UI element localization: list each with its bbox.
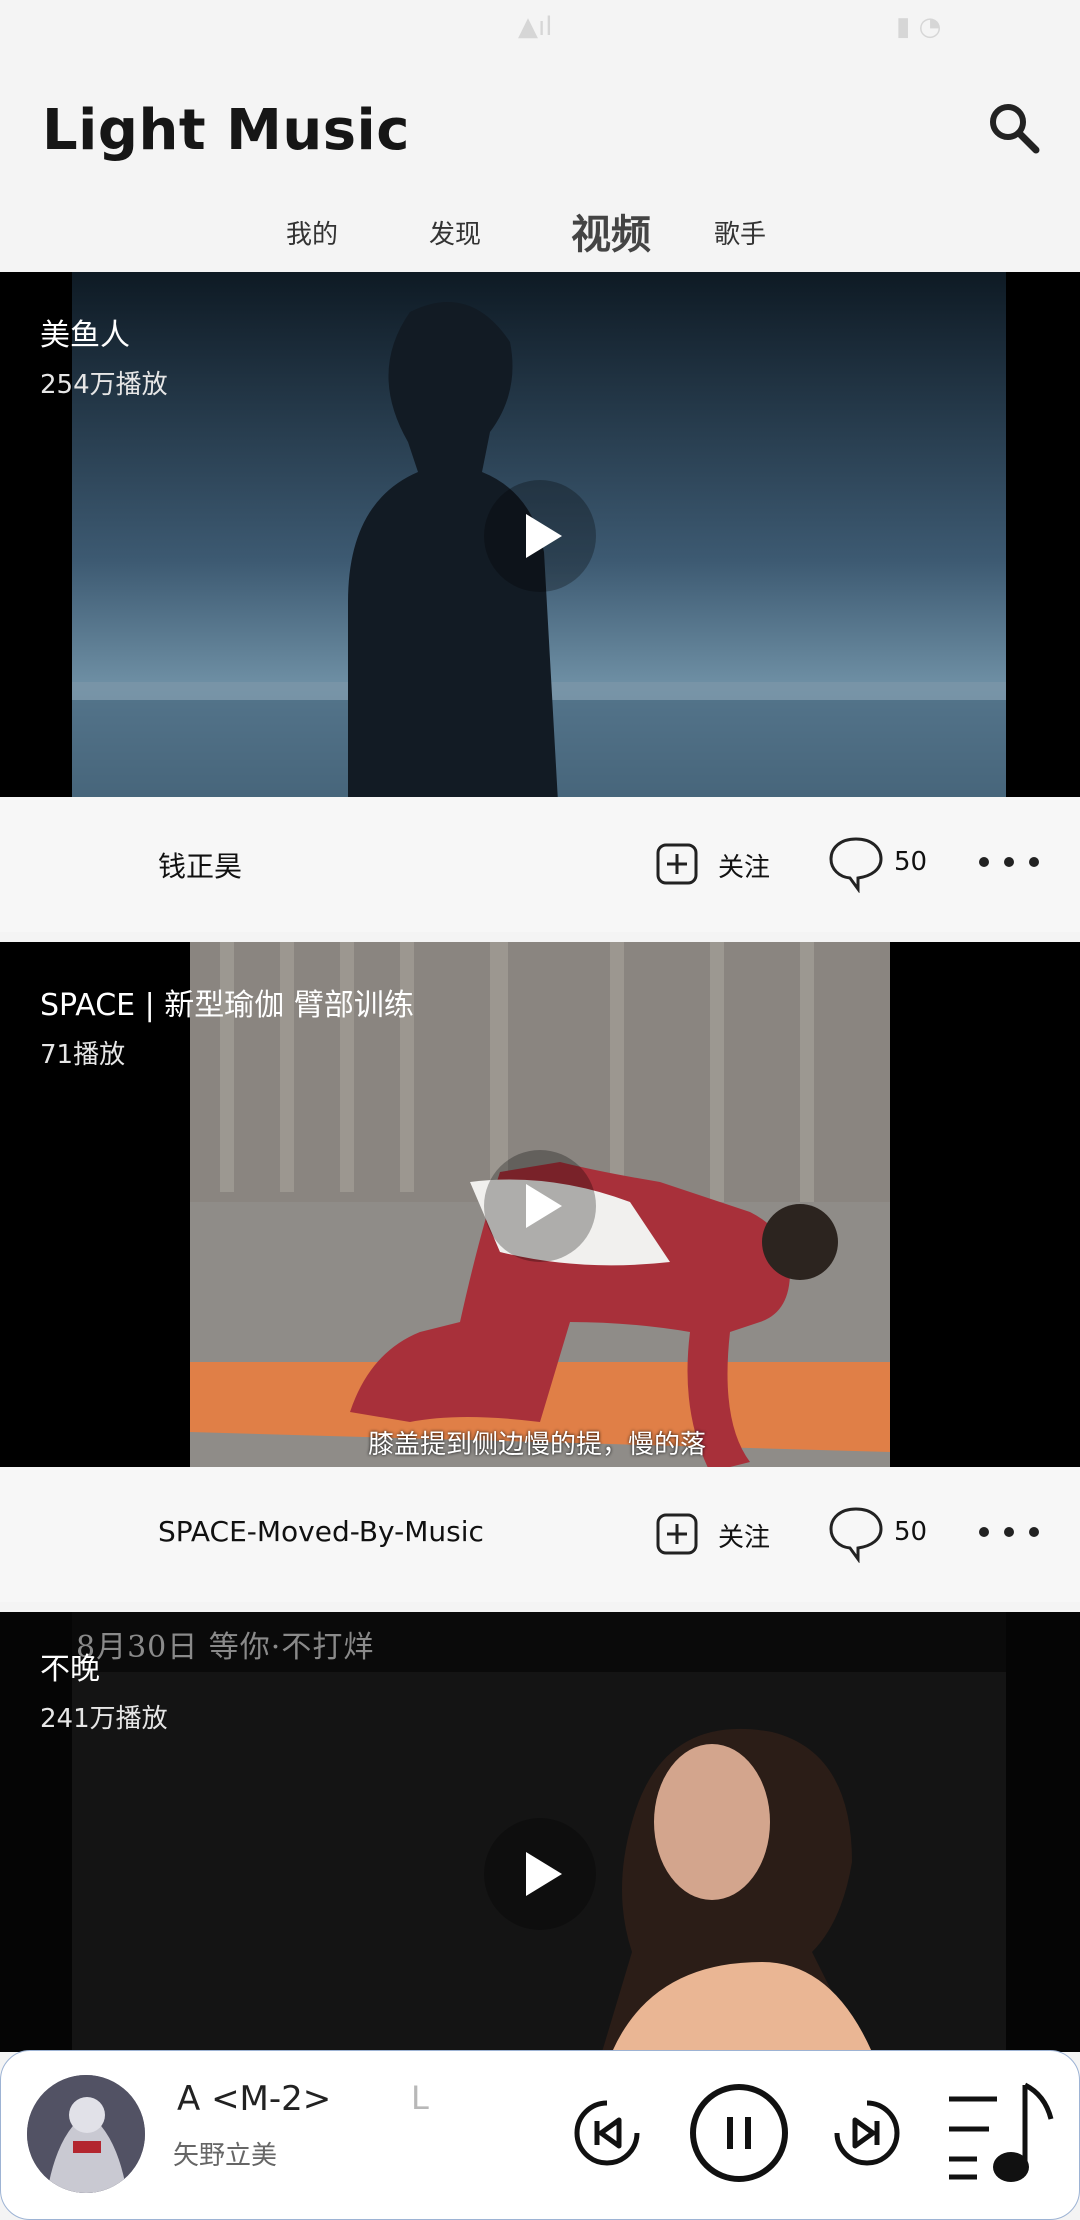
signal-icon: ▲ıl — [518, 12, 553, 42]
skip-next-icon — [834, 2100, 900, 2166]
tab-bar: 我的 发现 视频 歌手 — [0, 200, 1080, 270]
comment-count: 50 — [894, 1517, 928, 1547]
next-button[interactable] — [827, 2093, 907, 2177]
comment-button[interactable]: 50 — [828, 833, 938, 893]
video-author[interactable]: 钱正昊 — [158, 845, 242, 885]
tab-singer[interactable]: 歌手 — [714, 214, 766, 251]
play-button[interactable] — [484, 1818, 596, 1930]
video-thumbnail[interactable]: 8月30日 等你·不打烊 不晚 241万播放 — [0, 1612, 1080, 2052]
video-title: 不晚 — [40, 1652, 100, 1687]
pause-icon — [690, 2084, 788, 2182]
tab-mine[interactable]: 我的 — [286, 214, 338, 251]
tab-discover[interactable]: 发现 — [429, 214, 481, 251]
app-title: Light Music — [42, 98, 410, 163]
play-icon — [526, 1852, 562, 1896]
video-subtitle: 膝盖提到侧边慢的提，慢的落 — [368, 1430, 707, 1460]
more-dots-icon — [979, 1527, 1039, 1537]
play-button[interactable] — [484, 480, 596, 592]
video-title: SPACE | 新型瑜伽 臂部训练 — [40, 988, 414, 1023]
previous-button[interactable] — [567, 2093, 647, 2177]
album-art[interactable] — [27, 2075, 145, 2193]
video-promo-text: 8月30日 等你·不打烊 — [76, 1630, 375, 1665]
video-meta-row: SPACE-Moved-By-Music 关注 50 — [0, 1467, 1080, 1602]
video-thumbnail[interactable]: SPACE | 新型瑜伽 臂部训练 71播放 膝盖提到侧边慢的提，慢的落 — [0, 942, 1080, 1467]
status-bar: ▲ıl ▮ ◔ — [0, 0, 1080, 60]
follow-button[interactable]: 关注 — [656, 1507, 786, 1563]
video-play-count: 71播放 — [40, 1040, 126, 1070]
video-thumbnail[interactable]: 美鱼人 254万播放 — [0, 272, 1080, 797]
follow-label: 关注 — [718, 853, 771, 883]
follow-label: 关注 — [718, 1523, 771, 1553]
search-button[interactable] — [984, 98, 1044, 158]
song-artist: 矢野立美 — [173, 2141, 278, 2171]
comment-button[interactable]: 50 — [828, 1503, 938, 1563]
play-icon — [526, 514, 562, 558]
battery-icon: ▮ ◔ — [896, 12, 942, 42]
video-play-count: 241万播放 — [40, 1704, 168, 1734]
playlist-button[interactable] — [947, 2077, 1057, 2193]
plus-square-icon — [656, 1513, 698, 1555]
more-button[interactable] — [974, 1507, 1044, 1557]
video-author[interactable]: SPACE-Moved-By-Music — [158, 1515, 484, 1548]
play-icon — [526, 1184, 562, 1228]
video-card: SPACE | 新型瑜伽 臂部训练 71播放 膝盖提到侧边慢的提，慢的落 SPA… — [0, 942, 1080, 1602]
more-dots-icon — [979, 857, 1039, 867]
song-title: A <M-2> — [177, 2079, 332, 2119]
video-play-count: 254万播放 — [40, 370, 168, 400]
follow-button[interactable]: 关注 — [656, 837, 786, 893]
plus-square-icon — [656, 843, 698, 885]
playlist-music-icon — [949, 2082, 1054, 2182]
search-icon — [990, 104, 1040, 154]
video-title: 美鱼人 — [40, 318, 130, 353]
video-meta-row: 钱正昊 关注 50 — [0, 797, 1080, 932]
speech-bubble-icon — [829, 1507, 883, 1563]
skip-previous-icon — [574, 2100, 640, 2166]
song-title-scroll: L — [411, 2079, 429, 2117]
tab-video[interactable]: 视频 — [571, 202, 651, 260]
video-card: 美鱼人 254万播放 钱正昊 关注 50 — [0, 272, 1080, 932]
speech-bubble-icon — [829, 837, 883, 893]
album-art-image — [27, 2075, 145, 2193]
pause-button[interactable] — [687, 2081, 791, 2189]
mini-player[interactable]: A <M-2> L 矢野立美 — [0, 2050, 1080, 2220]
more-button[interactable] — [974, 837, 1044, 887]
play-button[interactable] — [484, 1150, 596, 1262]
comment-count: 50 — [894, 847, 928, 877]
